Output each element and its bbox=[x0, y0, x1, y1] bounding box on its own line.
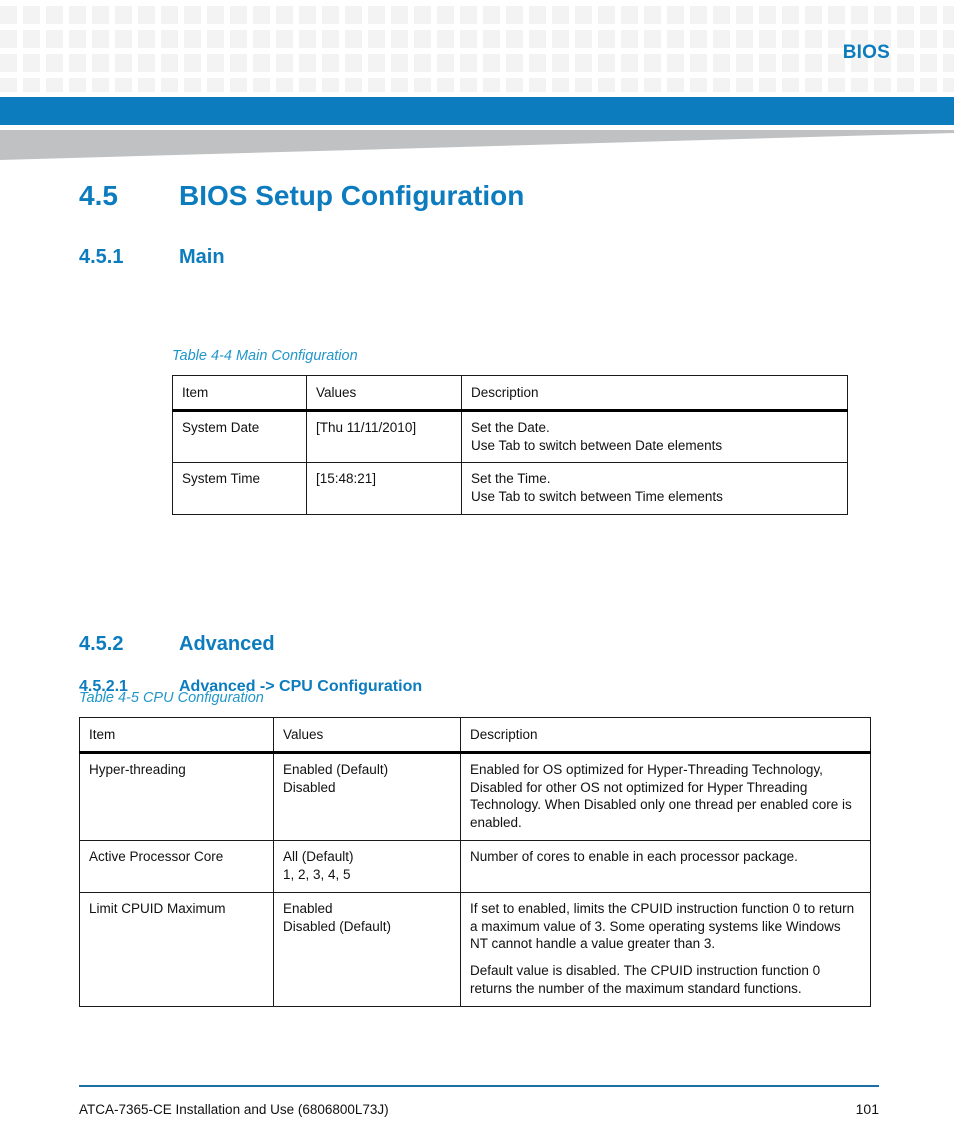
page-header: BIOS bbox=[0, 0, 954, 96]
section-heading-4-5-2: 4.5.2 Advanced bbox=[0, 633, 954, 656]
table-row: Hyper-threading Enabled (Default) Disabl… bbox=[79, 751, 871, 842]
cell-description: Enabled for OS optimized for Hyper-Threa… bbox=[460, 751, 871, 842]
header-gray-wedge bbox=[0, 130, 954, 162]
table-4-5-caption: Table 4-5 CPU Configuration bbox=[79, 690, 264, 706]
cell-item: System Date bbox=[172, 409, 307, 464]
description-line: Use Tab to switch between Date elements bbox=[471, 437, 723, 453]
table-4-4-caption: Table 4-4 Main Configuration bbox=[172, 348, 358, 364]
cell-values: Enabled (Default) Disabled bbox=[273, 751, 461, 842]
table-4-5: Item Values Description Hyper-threading … bbox=[79, 717, 871, 1007]
value-option: Disabled (Default) bbox=[283, 918, 392, 934]
value-option: All (Default) bbox=[283, 849, 354, 865]
column-header-item: Item bbox=[172, 375, 307, 412]
table-4-5-block: Table 4-5 CPU Configuration Item Values … bbox=[79, 690, 871, 1007]
page-content: 4.5 BIOS Setup Configuration 4.5.1 Main … bbox=[0, 162, 954, 1007]
cell-values: Enabled Disabled (Default) bbox=[273, 891, 461, 1007]
cell-item: System Time bbox=[172, 462, 307, 516]
table-4-4-block: Table 4-4 Main Configuration Item Values… bbox=[172, 348, 848, 516]
table-row: System Time [15:48:21] Set the Time. Use… bbox=[172, 462, 848, 516]
description-line: Set the Date. bbox=[471, 419, 550, 435]
cell-values: [Thu 11/11/2010] bbox=[306, 409, 462, 464]
description-paragraph: If set to enabled, limits the CPUID inst… bbox=[470, 900, 855, 952]
column-header-item: Item bbox=[79, 717, 274, 754]
section-number-4-5-2: 4.5.2 bbox=[79, 633, 124, 655]
description-line: Use Tab to switch between Time elements bbox=[471, 489, 723, 505]
cell-item: Limit CPUID Maximum bbox=[79, 891, 274, 1007]
gray-wedge-shape bbox=[0, 130, 954, 160]
footer-page-number: 101 bbox=[855, 1101, 879, 1117]
column-header-values: Values bbox=[273, 717, 461, 754]
section-title-4-5-1: Main bbox=[179, 246, 225, 268]
value-option: Disabled bbox=[283, 779, 336, 795]
footer-document-title: ATCA-7365-CE Installation and Use (68068… bbox=[79, 1102, 389, 1117]
value-option: 1, 2, 3, 4, 5 bbox=[283, 866, 351, 882]
cell-description: Set the Time. Use Tab to switch between … bbox=[461, 462, 848, 516]
footer-divider bbox=[79, 1085, 879, 1087]
description-paragraph: Number of cores to enable in each proces… bbox=[470, 849, 798, 865]
header-checker-rows bbox=[0, 0, 954, 96]
table-4-4: Item Values Description System Date [Thu… bbox=[172, 375, 848, 516]
section-title-4-5: BIOS Setup Configuration bbox=[179, 180, 525, 211]
cell-item: Hyper-threading bbox=[79, 751, 274, 842]
page-footer: ATCA-7365-CE Installation and Use (68068… bbox=[79, 1085, 879, 1117]
table-row: Limit CPUID Maximum Enabled Disabled (De… bbox=[79, 891, 871, 1007]
column-header-description: Description bbox=[461, 375, 848, 412]
column-header-description: Description bbox=[460, 717, 871, 754]
header-blue-banner bbox=[0, 97, 954, 125]
description-paragraph: Default value is disabled. The CPUID ins… bbox=[470, 963, 821, 996]
section-heading-4-5-1: 4.5.1 Main bbox=[0, 246, 954, 269]
cell-description: Set the Date. Use Tab to switch between … bbox=[461, 409, 848, 464]
cell-description: If set to enabled, limits the CPUID inst… bbox=[460, 891, 871, 1007]
table-header-row: Item Values Description bbox=[172, 375, 848, 412]
header-chapter-label: BIOS bbox=[842, 42, 890, 63]
section-title-4-5-2: Advanced bbox=[179, 633, 275, 655]
column-header-values: Values bbox=[306, 375, 462, 412]
value-option: Enabled (Default) bbox=[283, 761, 389, 777]
cell-description: Number of cores to enable in each proces… bbox=[460, 840, 871, 893]
cell-values: [15:48:21] bbox=[306, 462, 462, 516]
table-header-row: Item Values Description bbox=[79, 717, 871, 754]
footer-content: ATCA-7365-CE Installation and Use (68068… bbox=[79, 1101, 879, 1117]
description-paragraph: Enabled for OS optimized for Hyper-Threa… bbox=[470, 761, 852, 831]
section-heading-4-5: 4.5 BIOS Setup Configuration bbox=[0, 180, 954, 212]
value-option: Enabled bbox=[283, 900, 333, 916]
description-line: Set the Time. bbox=[471, 471, 551, 487]
table-row: System Date [Thu 11/11/2010] Set the Dat… bbox=[172, 409, 848, 464]
cell-values: All (Default) 1, 2, 3, 4, 5 bbox=[273, 840, 461, 893]
section-number-4-5: 4.5 bbox=[79, 180, 118, 211]
table-row: Active Processor Core All (Default) 1, 2… bbox=[79, 840, 871, 893]
section-number-4-5-1: 4.5.1 bbox=[79, 246, 124, 268]
cell-item: Active Processor Core bbox=[79, 840, 274, 893]
